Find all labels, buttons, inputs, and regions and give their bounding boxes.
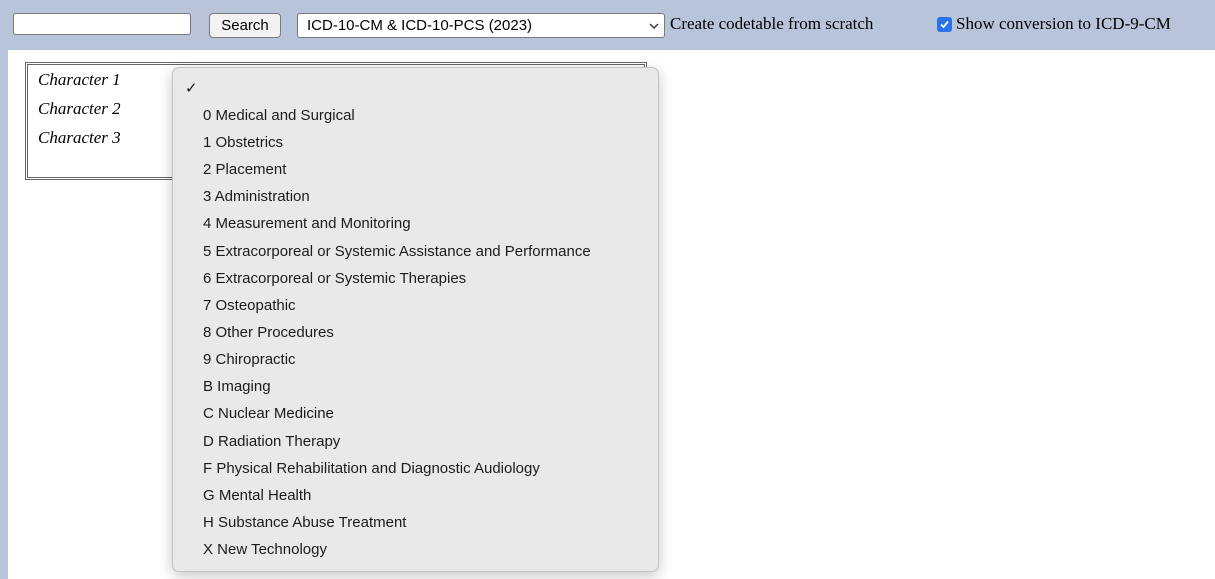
- search-button[interactable]: Search: [209, 13, 281, 38]
- show-conversion-label: Show conversion to ICD-9-CM: [956, 14, 1171, 33]
- menu-option[interactable]: 8 Other Procedures: [203, 324, 334, 341]
- menu-option[interactable]: 0 Medical and Surgical: [203, 107, 355, 124]
- chevron-down-icon: [649, 23, 659, 29]
- menu-option[interactable]: X New Technology: [203, 541, 327, 558]
- menu-option[interactable]: B Imaging: [203, 378, 271, 395]
- menu-option[interactable]: 4 Measurement and Monitoring: [203, 215, 411, 232]
- menu-option[interactable]: G Mental Health: [203, 487, 311, 504]
- create-codetable-link[interactable]: Create codetable from scratch: [670, 14, 873, 34]
- menu-option[interactable]: 2 Placement: [203, 161, 286, 178]
- search-input[interactable]: [13, 13, 191, 35]
- menu-option[interactable]: 6 Extracorporeal or Systemic Therapies: [203, 270, 466, 287]
- menu-option[interactable]: H Substance Abuse Treatment: [203, 514, 406, 531]
- menu-option[interactable]: 5 Extracorporeal or Systemic Assistance …: [203, 243, 591, 260]
- version-select[interactable]: ICD-10-CM & ICD-10-PCS (2023): [297, 13, 665, 38]
- menu-option[interactable]: 1 Obstetrics: [203, 134, 283, 151]
- menu-option[interactable]: C Nuclear Medicine: [203, 405, 334, 422]
- menu-option[interactable]: 3 Administration: [203, 188, 310, 205]
- character-2-label[interactable]: Character 2: [38, 99, 121, 119]
- menu-option[interactable]: D Radiation Therapy: [203, 433, 340, 450]
- character-1-dropdown-menu: ✓ 0 Medical and Surgical 1 Obstetrics 2 …: [172, 67, 659, 572]
- show-conversion-toggle[interactable]: Show conversion to ICD-9-CM: [937, 14, 1171, 34]
- menu-option[interactable]: 9 Chiropractic: [203, 351, 296, 368]
- character-3-label[interactable]: Character 3: [38, 128, 121, 148]
- toolbar: Search ICD-10-CM & ICD-10-PCS (2023) Cre…: [0, 0, 1215, 50]
- show-conversion-checkbox[interactable]: [937, 16, 952, 32]
- menu-option[interactable]: F Physical Rehabilitation and Diagnostic…: [203, 460, 540, 477]
- checkmark-icon: [940, 20, 949, 28]
- selected-check-icon: ✓: [185, 80, 198, 97]
- menu-option[interactable]: 7 Osteopathic: [203, 297, 296, 314]
- character-1-label[interactable]: Character 1: [38, 70, 121, 90]
- version-select-value: ICD-10-CM & ICD-10-PCS (2023): [307, 17, 533, 34]
